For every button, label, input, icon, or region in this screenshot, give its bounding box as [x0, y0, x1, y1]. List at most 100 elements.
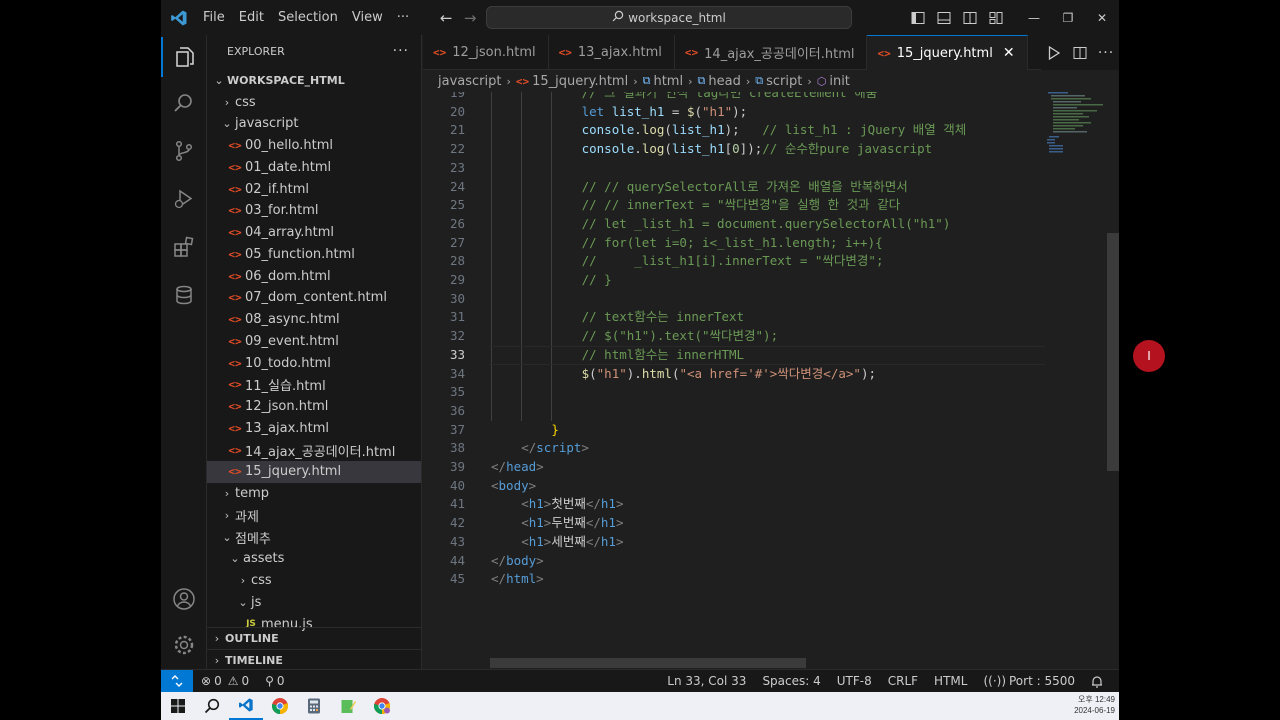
outline-section[interactable]: › OUTLINE [207, 627, 421, 649]
code-line[interactable]: // // querySelectorAll로 가져온 배열을 반복하면서 [582, 178, 908, 197]
explorer-more-icon[interactable]: ··· [393, 43, 409, 59]
file-item[interactable]: <> 04_array.html [207, 222, 421, 244]
chrome-taskbar-icon[interactable] [263, 692, 297, 720]
minimap[interactable] [1045, 92, 1109, 669]
code-line[interactable]: // let _list_h1 = document.querySelector… [582, 215, 951, 234]
vertical-scrollbar[interactable] [1107, 233, 1119, 471]
code-line[interactable]: // } [582, 271, 612, 290]
toggle-secondary-sidebar-icon[interactable] [957, 0, 983, 35]
windows-start-icon[interactable] [161, 692, 195, 720]
breadcrumb-file[interactable]: 15_jquery.html [532, 74, 628, 89]
settings-gear-icon[interactable] [161, 625, 207, 665]
timeline-section[interactable]: › TIMELINE [207, 649, 421, 669]
extensions-icon[interactable] [161, 227, 207, 267]
menu-view[interactable]: View [345, 10, 390, 25]
file-item[interactable]: <> 11_실습.html [207, 374, 421, 396]
breadcrumb-script[interactable]: script [766, 74, 802, 89]
ports-indicator[interactable]: ⚲ 0 [257, 674, 292, 688]
code-line[interactable]: console.log(list_h1[0]);// 순수한pure javas… [582, 140, 933, 159]
vscode-taskbar-icon[interactable] [229, 692, 263, 720]
command-center-search[interactable]: workspace_html [486, 6, 852, 29]
code-line[interactable]: // 그 결과가 인식 tag라면 createElement 해줌 [582, 92, 878, 103]
taskbar-search-icon[interactable] [195, 692, 229, 720]
file-item[interactable]: <> 03_for.html [207, 200, 421, 222]
code-line[interactable]: </body> [491, 552, 544, 571]
language-mode[interactable]: HTML [926, 674, 975, 688]
file-item[interactable]: <> 01_date.html [207, 156, 421, 178]
end-of-line[interactable]: CRLF [880, 674, 926, 688]
notifications-bell-icon[interactable] [1083, 675, 1111, 688]
live-server-port[interactable]: ((·)) Port : 5500 [975, 674, 1083, 688]
folder-item[interactable]: ⌄ javascript [207, 113, 421, 135]
code-line[interactable]: <h1>세번째</h1> [521, 533, 623, 552]
breadcrumb-head[interactable]: head [708, 74, 740, 89]
breadcrumb-init[interactable]: init [829, 74, 850, 89]
run-icon[interactable] [1041, 45, 1067, 60]
file-item[interactable]: <> 15_jquery.html [207, 460, 421, 483]
file-item[interactable]: <> 08_async.html [207, 309, 421, 331]
folder-item[interactable]: ⌄ assets [207, 548, 421, 570]
folder-item[interactable]: › css [207, 91, 421, 113]
editor-tab[interactable]: <> 13_ajax.html [549, 35, 675, 69]
file-item[interactable]: <> 14_ajax_공공데이터.html [207, 439, 421, 461]
explorer-icon[interactable] [161, 37, 207, 77]
close-tab-icon[interactable]: ✕ [1003, 45, 1015, 61]
code-line[interactable]: // text함수는 innerText [582, 308, 744, 327]
problems-indicator[interactable]: ⊗ 0 ⚠ 0 [193, 674, 257, 688]
restore-icon[interactable]: ❐ [1051, 0, 1085, 35]
code-line[interactable]: // html함수는 innerHTML [582, 346, 744, 365]
close-window-icon[interactable]: ✕ [1085, 0, 1119, 35]
editor-tab[interactable]: <> 14_ajax_공공데이터.html [675, 35, 868, 69]
notepad-taskbar-icon[interactable] [331, 692, 365, 720]
horizontal-scrollbar[interactable] [490, 658, 806, 668]
file-item[interactable]: <> 00_hello.html [207, 135, 421, 157]
file-item[interactable]: <> 10_todo.html [207, 352, 421, 374]
code-line[interactable]: <body> [491, 477, 536, 496]
code-line[interactable]: // // innerText = "싹다변경"을 실행 한 것과 같다 [582, 196, 901, 215]
code-line[interactable]: <h1>첫번째</h1> [521, 495, 623, 514]
folder-item[interactable]: › 과제 [207, 504, 421, 526]
calculator-taskbar-icon[interactable] [297, 692, 331, 720]
breadcrumb-html[interactable]: html [653, 74, 683, 89]
folder-item[interactable]: ⌄ js [207, 591, 421, 613]
code-line[interactable]: <h1>두번째</h1> [521, 514, 623, 533]
database-icon[interactable] [161, 275, 207, 315]
folder-item[interactable]: ⌄ 점메추 [207, 526, 421, 548]
forward-arrow-icon[interactable]: → [458, 9, 482, 27]
account-icon[interactable] [161, 579, 207, 619]
code-line[interactable]: </script> [521, 439, 589, 458]
code-editor[interactable]: 19 // 그 결과가 인식 tag라면 createElement 해줌 20 le… [423, 92, 1119, 669]
code-line[interactable]: // $("h1").text("싹다변경"); [582, 327, 779, 346]
workspace-root[interactable]: ⌄ WORKSPACE_HTML [207, 69, 421, 91]
code-line[interactable]: // _list_h1[i].innerText = "싹다변경"; [582, 252, 884, 271]
file-item[interactable]: <> 09_event.html [207, 330, 421, 352]
file-item[interactable]: <> 12_json.html [207, 396, 421, 418]
chrome-profile-taskbar-icon[interactable] [365, 692, 399, 720]
menu-more[interactable]: ··· [390, 10, 416, 25]
folder-item[interactable]: › temp [207, 483, 421, 505]
source-control-icon[interactable] [161, 131, 207, 171]
back-arrow-icon[interactable]: ← [434, 9, 458, 27]
more-actions-icon[interactable]: ··· [1093, 45, 1119, 61]
toggle-sidebar-icon[interactable] [905, 0, 931, 35]
code-line[interactable]: $("h1").html("<a href='#'>싹다변경</a>"); [582, 365, 876, 384]
breadcrumb-folder[interactable]: javascript [438, 74, 501, 89]
editor-tab[interactable]: <> 12_json.html [423, 35, 549, 69]
run-debug-icon[interactable] [161, 179, 207, 219]
split-editor-icon[interactable] [1067, 46, 1093, 60]
file-item[interactable]: <> 05_function.html [207, 243, 421, 265]
code-line[interactable]: let list_h1 = $("h1"); [582, 103, 748, 122]
encoding[interactable]: UTF-8 [829, 674, 880, 688]
system-clock[interactable]: 오후 12:49 2024-06-19 [1074, 694, 1115, 716]
minimize-icon[interactable]: — [1017, 0, 1051, 35]
file-item[interactable]: <> 06_dom.html [207, 265, 421, 287]
editor-tab[interactable]: <> 15_jquery.html ✕ [867, 35, 1028, 70]
folder-item[interactable]: › css [207, 570, 421, 592]
code-line[interactable]: } [551, 421, 559, 440]
code-line[interactable]: // for(let i=0; i<_list_h1.length; i++){ [582, 234, 883, 253]
search-icon[interactable] [161, 83, 207, 123]
toggle-panel-icon[interactable] [931, 0, 957, 35]
customize-layout-icon[interactable] [983, 0, 1009, 35]
remote-indicator-icon[interactable] [161, 670, 193, 692]
code-line[interactable]: </html> [491, 570, 544, 589]
